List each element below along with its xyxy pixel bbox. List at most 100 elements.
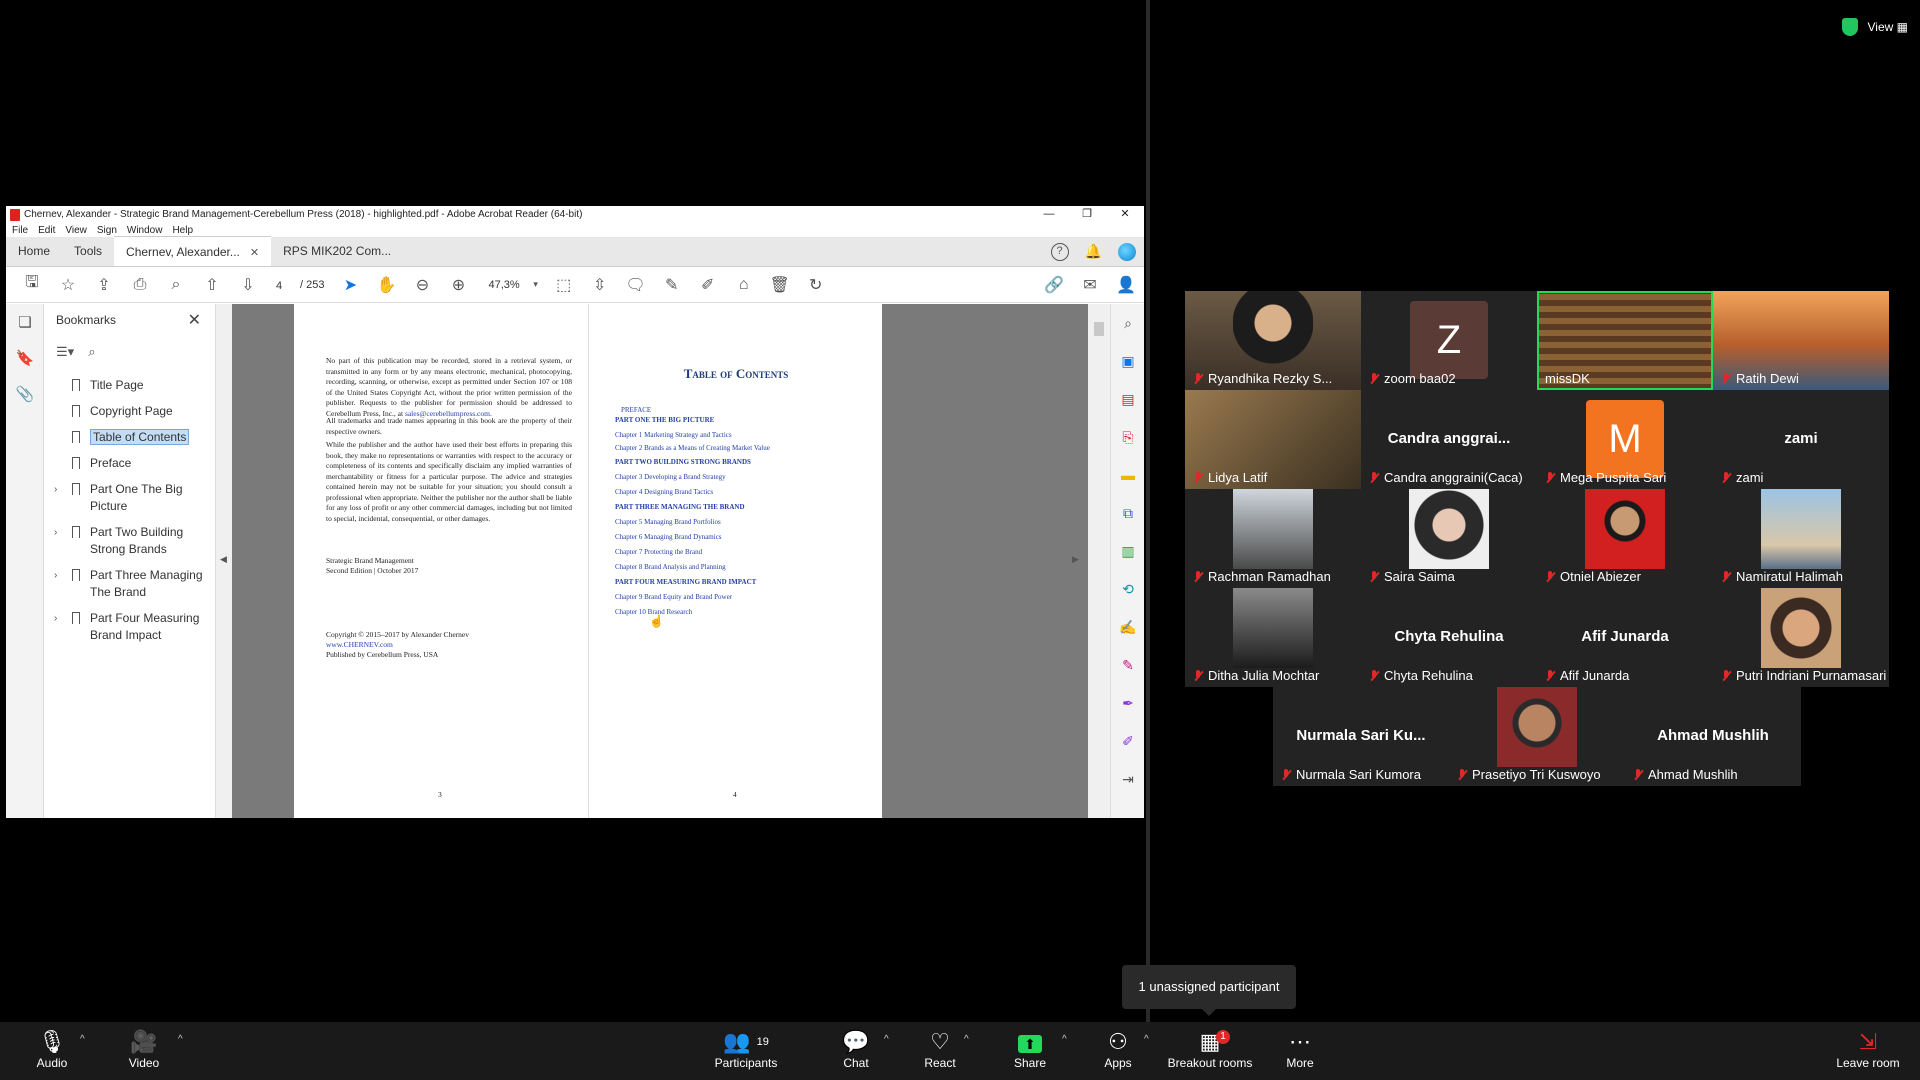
compress-icon[interactable]: ▥ (1111, 532, 1145, 570)
more-button[interactable]: ⋯ More (1260, 1028, 1340, 1070)
participant-tile-active-speaker[interactable]: missDK (1537, 291, 1713, 390)
export-pdf-icon[interactable]: ⎘ (1111, 418, 1145, 456)
restore-button[interactable]: ❐ (1068, 206, 1106, 222)
menu-help[interactable]: Help (172, 225, 193, 236)
participant-tile[interactable]: Otniel Abiezer (1537, 489, 1713, 588)
participant-tile[interactable]: Afif Junarda Afif Junarda (1537, 588, 1713, 687)
participant-tile[interactable]: Putri Indriani Purnamasari (1713, 588, 1889, 687)
star-icon[interactable]: ☆ (50, 271, 86, 299)
participant-tile[interactable]: Rachman Ramadhan (1185, 489, 1361, 588)
document-view[interactable]: ◀ No part of this publication may be rec… (216, 304, 1088, 818)
expand-arrow-icon[interactable]: › (54, 610, 57, 627)
security-shield-icon[interactable] (1841, 18, 1858, 36)
split-divider[interactable] (1146, 0, 1150, 1022)
tab-document-active[interactable]: Chernev, Alexander... ✕ (114, 236, 272, 266)
leave-room-button[interactable]: ⇲ Leave room (1828, 1028, 1908, 1070)
bookmark-part-two[interactable]: › Part Two Building Strong Brands (44, 524, 215, 558)
help-icon[interactable]: ? (1050, 243, 1069, 261)
bookmark-panel-icon[interactable]: 🔖 (6, 340, 44, 376)
bell-icon[interactable]: 🔔 (1085, 243, 1102, 261)
share-user-icon[interactable]: 👤 (1108, 271, 1144, 299)
print-icon[interactable]: ⎙ (122, 271, 158, 299)
participants-button[interactable]: 👥 19 Participants (706, 1028, 786, 1070)
toc-chapter-8[interactable]: Chapter 8 Brand Analysis and Planning (615, 563, 726, 572)
toc-preface[interactable]: PREFACE (621, 406, 651, 415)
combine-files-icon[interactable]: ⧉ (1111, 494, 1145, 532)
toc-chapter-6[interactable]: Chapter 6 Managing Brand Dynamics (615, 533, 722, 542)
toc-chapter-4[interactable]: Chapter 4 Designing Brand Tactics (615, 488, 713, 497)
tab-home[interactable]: Home (6, 236, 62, 266)
search-icon[interactable]: ⌕ (158, 271, 194, 299)
bookmark-part-three[interactable]: › Part Three Managing The Brand (44, 567, 215, 601)
tab-tools[interactable]: Tools (62, 236, 114, 266)
participant-tile[interactable]: Ryandhika Rezky S... (1185, 291, 1361, 390)
draw-icon[interactable]: ✐ (690, 271, 726, 299)
rotate-icon[interactable]: ↻ (798, 271, 834, 299)
save-icon[interactable]: 🖫 (14, 271, 50, 299)
toc-chapter-7[interactable]: Chapter 7 Protecting the Brand (615, 548, 702, 557)
profile-icon[interactable] (1118, 243, 1136, 261)
edit-pdf-icon[interactable]: ✎ (1111, 646, 1145, 684)
audio-options-caret[interactable]: ^ (80, 1034, 85, 1045)
page-number-input[interactable]: 4 (266, 274, 292, 295)
toc-chapter-9[interactable]: Chapter 9 Brand Equity and Brand Power (615, 593, 732, 602)
participant-tile[interactable]: Prasetiyo Tri Kuswoyo (1449, 687, 1625, 786)
minimize-button[interactable]: — (1030, 206, 1068, 222)
react-options-caret[interactable]: ^ (964, 1034, 969, 1045)
zoom-out-icon[interactable]: ⊖ (404, 271, 440, 299)
participant-tile[interactable]: Ahmad Mushlih Ahmad Mushlih (1625, 687, 1801, 786)
video-options-caret[interactable]: ^ (178, 1034, 183, 1045)
participant-tile[interactable]: M Mega Puspita Sari (1537, 390, 1713, 489)
more-tools-icon[interactable]: ✐ (1111, 722, 1145, 760)
zoom-tool-icon[interactable]: ⌕ (1111, 304, 1145, 342)
expand-arrow-icon[interactable]: › (54, 567, 57, 584)
participant-tile[interactable]: Candra anggrai... Candra anggraini(Caca) (1361, 390, 1537, 489)
bookmark-part-one[interactable]: › Part One The Big Picture (44, 481, 215, 515)
toc-part-one[interactable]: PART ONE THE BIG PICTURE (615, 416, 714, 425)
participant-tile[interactable]: Ratih Dewi (1713, 291, 1889, 390)
participant-tile[interactable]: Lidya Latif (1185, 390, 1361, 489)
scan-icon[interactable]: ⟲ (1111, 570, 1145, 608)
website-link[interactable]: www.CHERNEV.com (326, 640, 393, 651)
menu-file[interactable]: File (12, 225, 28, 236)
chevron-down-icon[interactable]: ▾ (526, 271, 546, 299)
breakout-rooms-button[interactable]: ▦ 1 Breakout rooms (1160, 1028, 1260, 1070)
bookmark-title-page[interactable]: Title Page (44, 377, 215, 394)
close-window-button[interactable]: ✕ (1106, 206, 1144, 222)
link-icon[interactable]: 🔗 (1036, 271, 1072, 299)
fill-sign-icon[interactable]: ✍ (1111, 608, 1145, 646)
toc-part-three[interactable]: PART THREE MANAGING THE BRAND (615, 503, 745, 512)
prev-page-icon[interactable]: ⇧ (194, 271, 230, 299)
participant-tile[interactable]: Chyta Rehulina Chyta Rehulina (1361, 588, 1537, 687)
highlight-icon[interactable]: ✎ (654, 271, 690, 299)
upload-icon[interactable]: ⇪ (86, 271, 122, 299)
hand-icon[interactable]: ✋ (368, 271, 404, 299)
share-button[interactable]: ⬆ Share (990, 1028, 1070, 1070)
scrollbar-thumb[interactable] (1094, 322, 1104, 336)
create-pdf-icon[interactable]: ▣ (1111, 342, 1145, 380)
select-cursor-icon[interactable]: ➤ (332, 271, 368, 299)
stamp-icon[interactable]: ⌂ (726, 271, 762, 299)
mail-icon[interactable]: ✉ (1072, 271, 1108, 299)
chat-options-caret[interactable]: ^ (884, 1034, 889, 1045)
participant-tile[interactable]: Namiratul Halimah (1713, 489, 1889, 588)
toc-chapter-5[interactable]: Chapter 5 Managing Brand Portfolios (615, 518, 721, 527)
toc-chapter-2[interactable]: Chapter 2 Brands as a Means of Creating … (615, 444, 770, 453)
collapse-right-handle[interactable]: ▶ (1072, 554, 1079, 565)
toc-part-two[interactable]: PART TWO BUILDING STRONG BRANDS (615, 458, 751, 467)
close-tab-icon[interactable]: ✕ (250, 247, 259, 259)
toc-chapter-3[interactable]: Chapter 3 Developing a Brand Strategy (615, 473, 726, 482)
zoom-in-icon[interactable]: ⊕ (440, 271, 476, 299)
menu-sign[interactable]: Sign (97, 225, 117, 236)
participant-tile[interactable]: Ditha Julia Mochtar (1185, 588, 1361, 687)
bookmark-search-icon[interactable]: ⌕ (88, 344, 95, 360)
share-options-caret[interactable]: ^ (1062, 1034, 1067, 1045)
expand-arrow-icon[interactable]: › (54, 481, 57, 498)
vertical-scrollbar[interactable] (1088, 304, 1110, 818)
comment-tool-icon[interactable]: ▬ (1111, 456, 1145, 494)
comment-icon[interactable]: 🗨 (618, 271, 654, 299)
close-bookmarks-icon[interactable]: ✕ (188, 310, 201, 330)
participant-tile[interactable]: Saira Saima (1361, 489, 1537, 588)
participant-tile[interactable]: zami zami (1713, 390, 1889, 489)
pages-icon[interactable]: ❏ (6, 304, 44, 340)
